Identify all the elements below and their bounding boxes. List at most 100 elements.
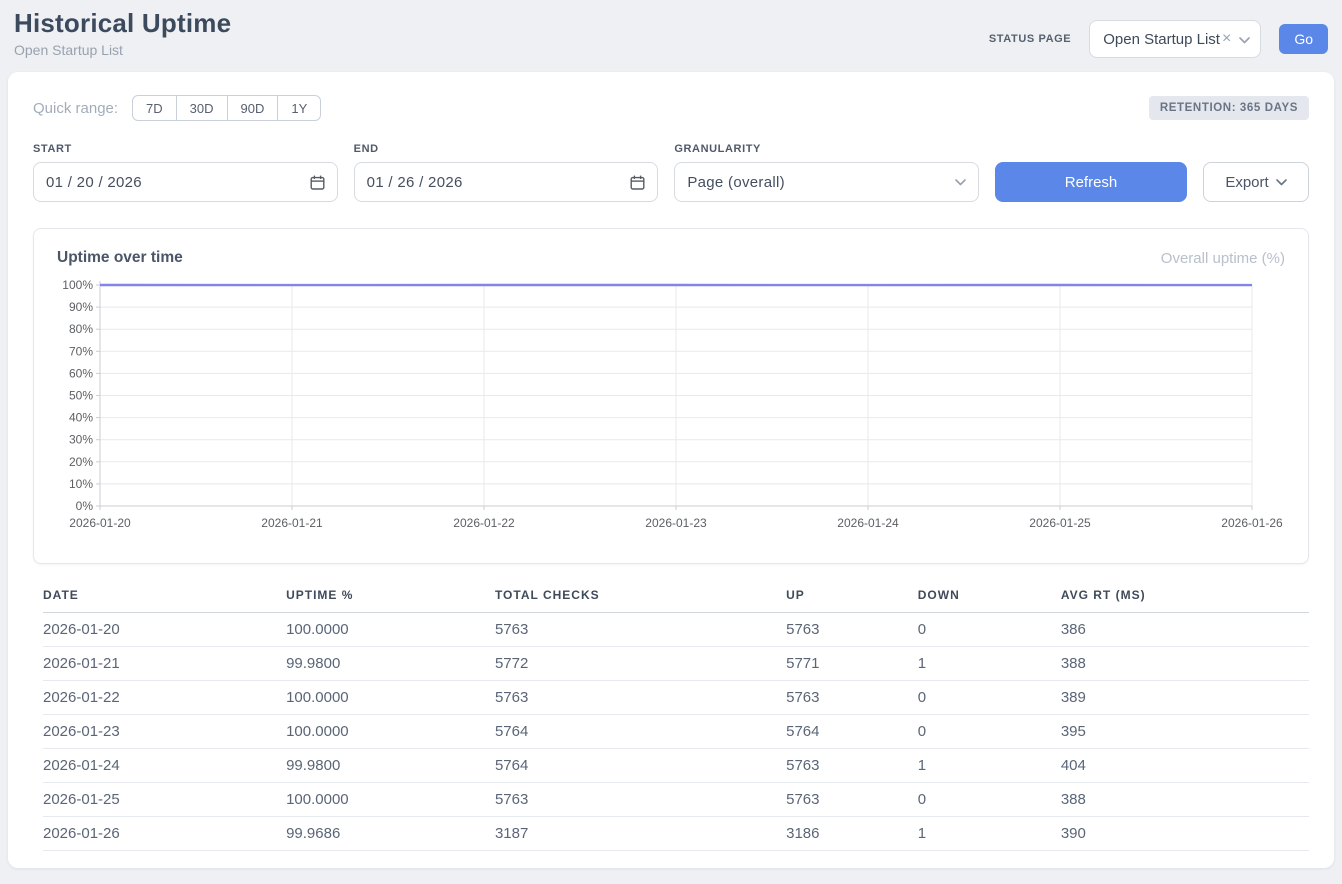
table-cell: 3186 xyxy=(786,817,918,851)
table-cell: 1 xyxy=(918,817,1061,851)
column-header: TOTAL CHECKS xyxy=(495,588,786,613)
end-date-input[interactable]: 01 / 26 / 2026 xyxy=(354,162,659,202)
quick-range-30d-button[interactable]: 30D xyxy=(176,95,228,121)
granularity-label: GRANULARITY xyxy=(674,143,979,155)
table-cell: 390 xyxy=(1061,817,1309,851)
table-cell: 1 xyxy=(918,749,1061,783)
table-cell: 388 xyxy=(1061,647,1309,681)
table-cell: 0 xyxy=(918,681,1061,715)
table-cell: 5764 xyxy=(495,749,786,783)
table-cell: 5763 xyxy=(495,681,786,715)
column-header: DATE xyxy=(43,588,286,613)
chart-legend: Overall uptime (%) xyxy=(1161,250,1285,267)
table-row: 2026-01-25100.0000576357630388 xyxy=(43,783,1309,817)
uptime-line-chart: 0%10%20%30%40%50%60%70%80%90%100%2026-01… xyxy=(57,275,1284,539)
go-button[interactable]: Go xyxy=(1279,24,1328,54)
end-label: END xyxy=(354,143,659,155)
table-cell: 100.0000 xyxy=(286,681,495,715)
svg-text:80%: 80% xyxy=(69,322,93,336)
table-row: 2026-01-2699.9686318731861390 xyxy=(43,817,1309,851)
table-cell: 5764 xyxy=(495,715,786,749)
table-cell: 99.9686 xyxy=(286,817,495,851)
end-date-value: 01 / 26 / 2026 xyxy=(367,174,463,191)
table-cell: 5763 xyxy=(786,613,918,647)
table-cell: 2026-01-22 xyxy=(43,681,286,715)
svg-text:50%: 50% xyxy=(69,389,93,403)
start-date-value: 01 / 20 / 2026 xyxy=(46,174,142,191)
status-page-value: Open Startup List xyxy=(1103,31,1220,48)
granularity-value: Page (overall) xyxy=(687,174,785,191)
granularity-field-group: GRANULARITY Page (overall) xyxy=(674,143,979,202)
table-cell: 2026-01-25 xyxy=(43,783,286,817)
column-header: DOWN xyxy=(918,588,1061,613)
start-label: START xyxy=(33,143,338,155)
chart-card: Uptime over time Overall uptime (%) 0% 10… xyxy=(33,228,1309,564)
table-header-row: DATEUPTIME %TOTAL CHECKSUPDOWNAVG RT (MS… xyxy=(43,588,1309,613)
svg-text:30%: 30% xyxy=(69,433,93,447)
main-panel: Quick range: 7D30D90D1Y RETENTION: 365 D… xyxy=(8,72,1334,868)
table-cell: 5763 xyxy=(495,783,786,817)
uptime-table-wrap: DATEUPTIME %TOTAL CHECKSUPDOWNAVG RT (MS… xyxy=(43,588,1309,851)
svg-text:60%: 60% xyxy=(69,366,93,380)
table-cell: 5771 xyxy=(786,647,918,681)
table-row: 2026-01-2499.9800576457631404 xyxy=(43,749,1309,783)
table-cell: 100.0000 xyxy=(286,715,495,749)
table-cell: 100.0000 xyxy=(286,783,495,817)
svg-text:2026-01-20: 2026-01-20 xyxy=(69,516,131,530)
table-cell: 5763 xyxy=(786,749,918,783)
table-cell: 389 xyxy=(1061,681,1309,715)
calendar-icon[interactable] xyxy=(310,175,325,190)
table-cell: 99.9800 xyxy=(286,749,495,783)
quick-range-group: 7D30D90D1Y xyxy=(132,95,321,121)
table-cell: 3187 xyxy=(495,817,786,851)
column-header: UPTIME % xyxy=(286,588,495,613)
table-cell: 5763 xyxy=(786,681,918,715)
uptime-table: DATEUPTIME %TOTAL CHECKSUPDOWNAVG RT (MS… xyxy=(43,588,1309,851)
end-field-group: END 01 / 26 / 2026 xyxy=(354,143,659,202)
quick-range-90d-button[interactable]: 90D xyxy=(227,95,279,121)
table-cell: 2026-01-20 xyxy=(43,613,286,647)
chevron-down-icon xyxy=(955,179,966,186)
svg-text:2026-01-24: 2026-01-24 xyxy=(837,516,899,530)
table-cell: 395 xyxy=(1061,715,1309,749)
page-title: Historical Uptime xyxy=(14,8,231,39)
svg-text:2026-01-26: 2026-01-26 xyxy=(1221,516,1283,530)
export-button[interactable]: Export xyxy=(1203,162,1309,202)
quick-range-7d-button[interactable]: 7D xyxy=(132,95,177,121)
clear-selection-icon[interactable]: × xyxy=(1222,31,1231,47)
page-subtitle: Open Startup List xyxy=(14,42,231,58)
table-cell: 2026-01-26 xyxy=(43,817,286,851)
svg-text:2026-01-25: 2026-01-25 xyxy=(1029,516,1091,530)
calendar-icon[interactable] xyxy=(630,175,645,190)
table-cell: 388 xyxy=(1061,783,1309,817)
table-cell: 5763 xyxy=(786,783,918,817)
title-block: Historical Uptime Open Startup List xyxy=(14,8,231,58)
svg-text:2026-01-21: 2026-01-21 xyxy=(261,516,323,530)
start-field-group: START 01 / 20 / 2026 xyxy=(33,143,338,202)
quick-range-label: Quick range: xyxy=(33,100,118,117)
table-cell: 0 xyxy=(918,613,1061,647)
refresh-button[interactable]: Refresh xyxy=(995,162,1187,202)
svg-text:70%: 70% xyxy=(69,344,93,358)
granularity-select[interactable]: Page (overall) xyxy=(674,162,979,202)
header-controls: STATUS PAGE Open Startup List × Go xyxy=(989,20,1328,58)
svg-text:0%: 0% xyxy=(76,499,94,513)
svg-text:10%: 10% xyxy=(69,477,93,491)
table-cell: 5763 xyxy=(495,613,786,647)
svg-text:100%: 100% xyxy=(62,278,93,292)
chart-title: Uptime over time xyxy=(57,249,183,267)
quick-range-1y-button[interactable]: 1Y xyxy=(277,95,321,121)
table-cell: 5772 xyxy=(495,647,786,681)
table-cell: 2026-01-21 xyxy=(43,647,286,681)
table-row: 2026-01-20100.0000576357630386 xyxy=(43,613,1309,647)
retention-badge: RETENTION: 365 DAYS xyxy=(1149,96,1309,120)
status-page-select[interactable]: Open Startup List × xyxy=(1089,20,1261,58)
svg-text:40%: 40% xyxy=(69,411,93,425)
table-row: 2026-01-2199.9800577257711388 xyxy=(43,647,1309,681)
start-date-input[interactable]: 01 / 20 / 2026 xyxy=(33,162,338,202)
svg-text:20%: 20% xyxy=(69,455,93,469)
table-cell: 404 xyxy=(1061,749,1309,783)
svg-text:2026-01-22: 2026-01-22 xyxy=(453,516,515,530)
chart-header: Uptime over time Overall uptime (%) xyxy=(57,249,1285,267)
column-header: UP xyxy=(786,588,918,613)
